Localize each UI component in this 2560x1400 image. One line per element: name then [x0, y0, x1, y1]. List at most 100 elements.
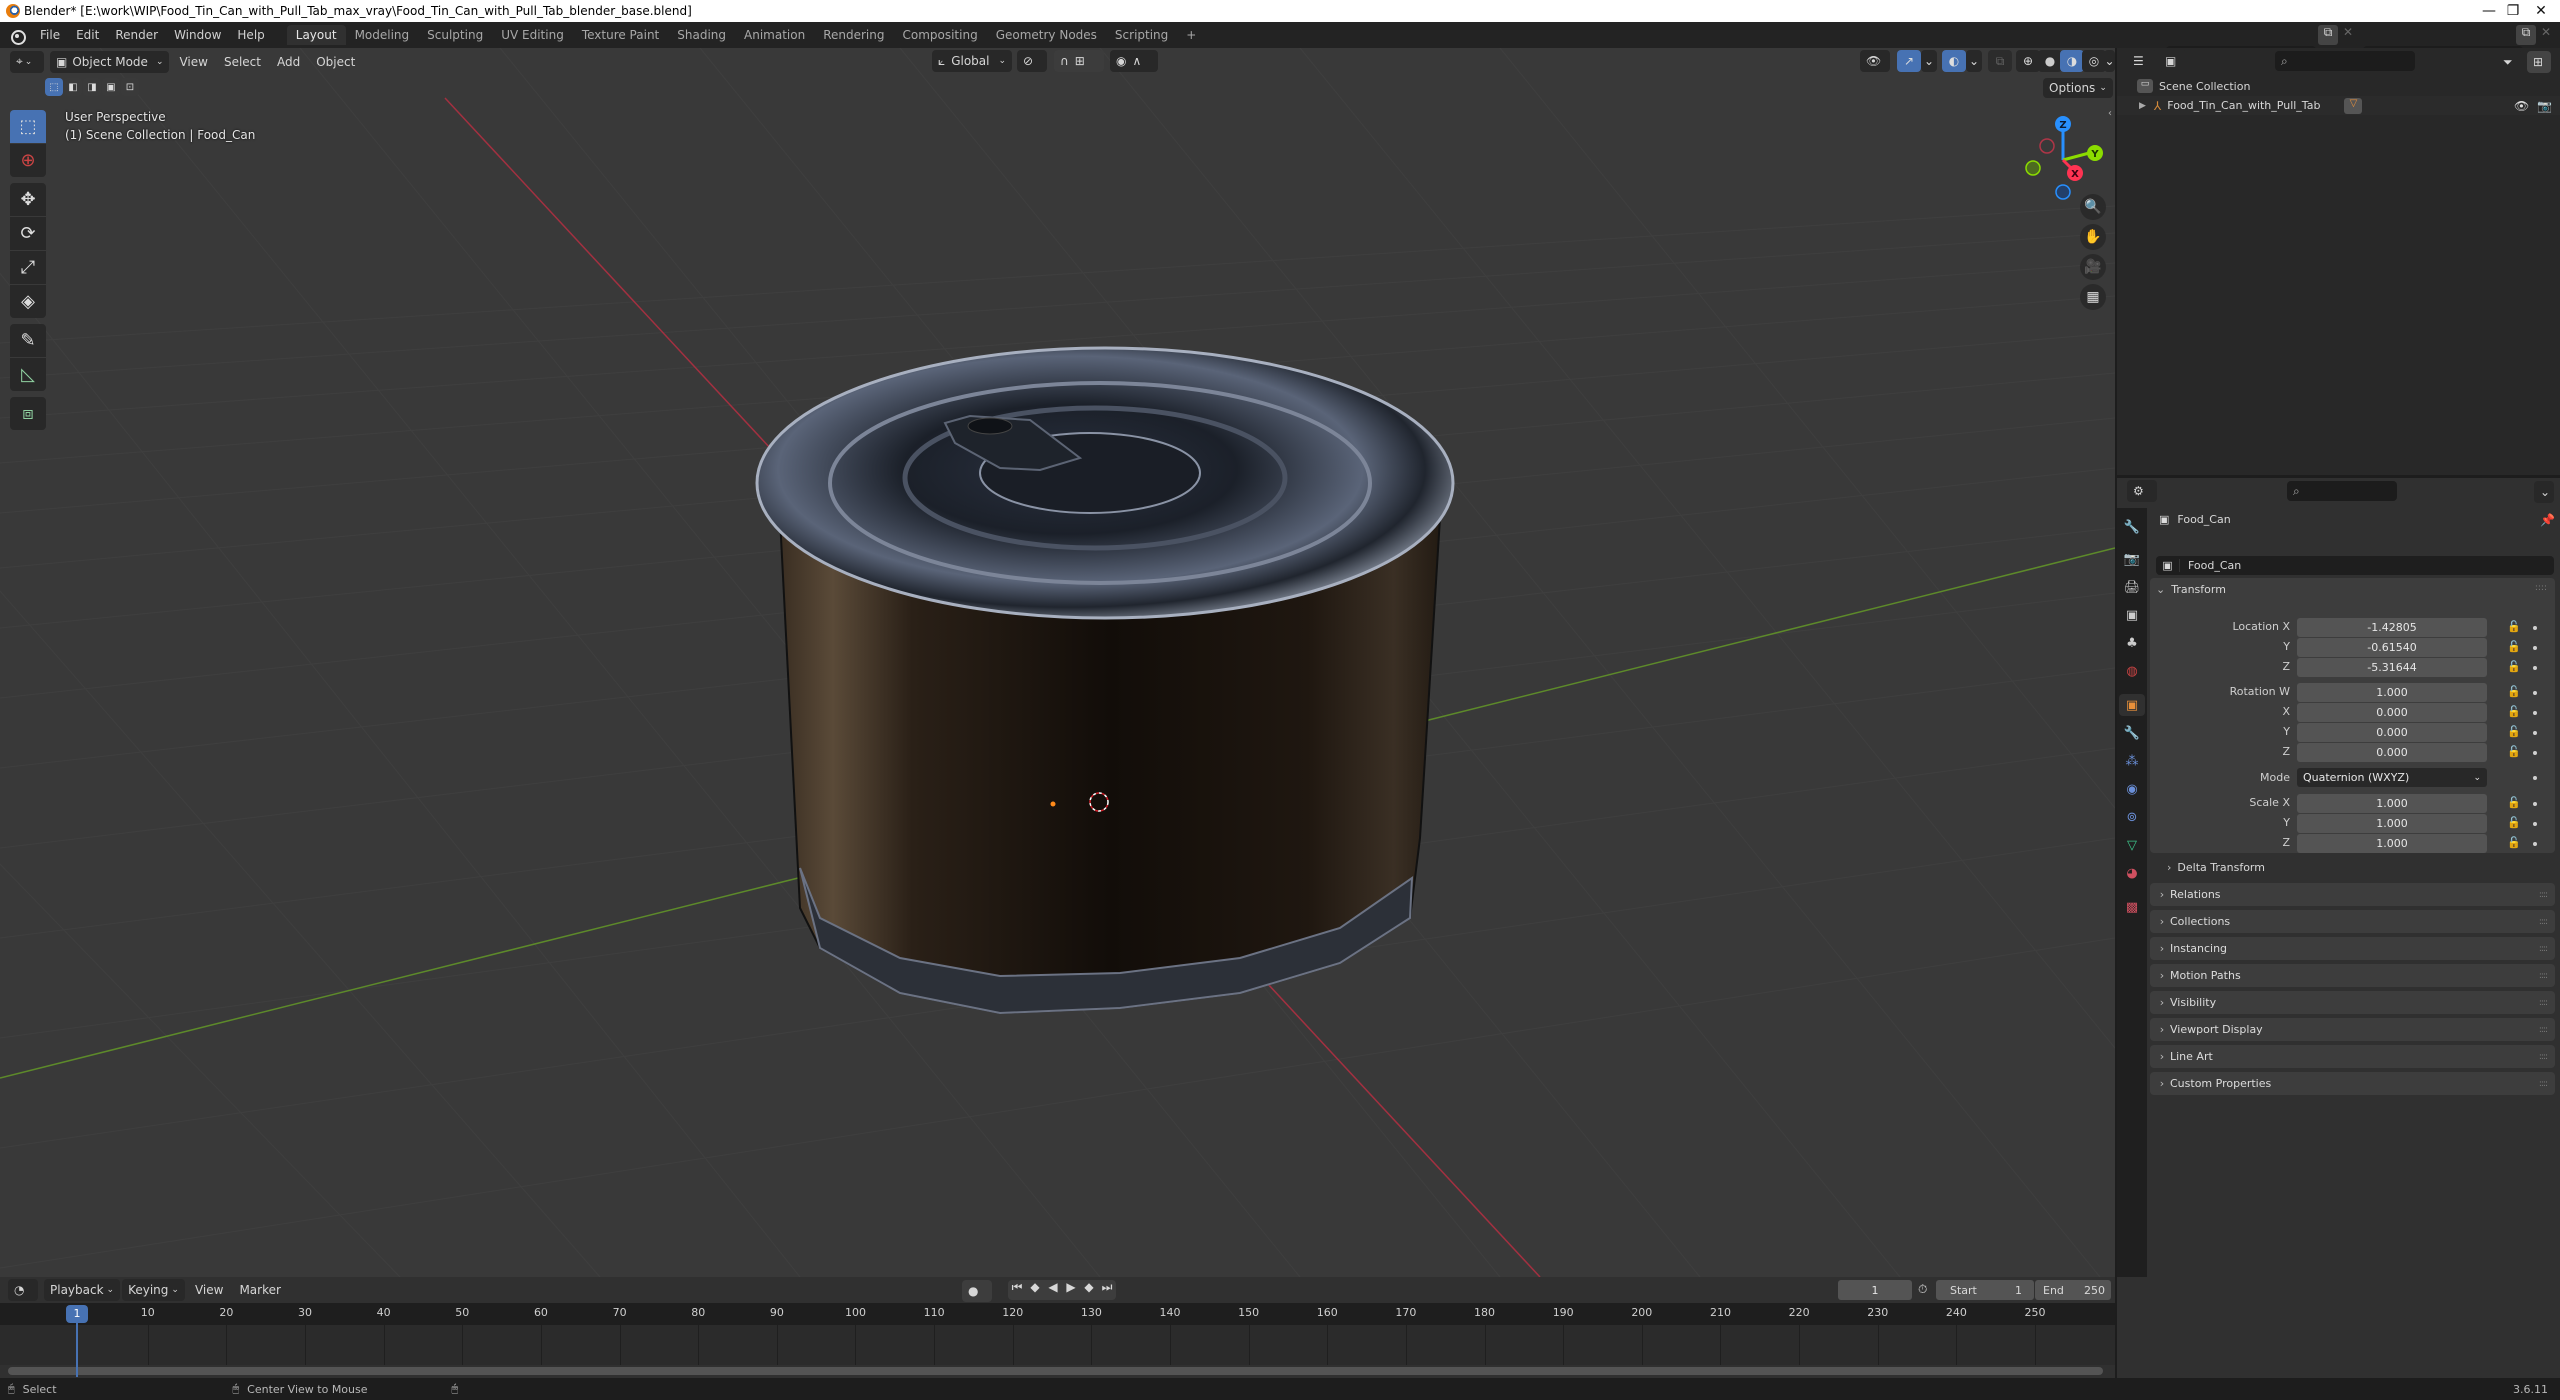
- proportional-editing-toggle[interactable]: ◉ ∧: [1110, 50, 1158, 72]
- tool-measure[interactable]: ◺: [10, 358, 46, 391]
- keyframe-dot-icon[interactable]: [2533, 646, 2537, 650]
- keyframe-dot-icon[interactable]: [2533, 666, 2537, 670]
- jump-end-icon[interactable]: ⏭: [1098, 1280, 1116, 1300]
- display-mode-dropdown[interactable]: ▣: [2159, 50, 2187, 72]
- outliner-search-input[interactable]: ⌕: [2275, 51, 2415, 71]
- pan-view-button[interactable]: ✋: [2080, 224, 2106, 250]
- workspace-tab-sculpting[interactable]: Sculpting: [418, 25, 492, 45]
- scale-x-field[interactable]: 1.000: [2297, 794, 2487, 813]
- menu-help[interactable]: Help: [229, 28, 272, 42]
- drag-grip-icon[interactable]: ::::: [2539, 917, 2548, 927]
- workspace-tab-geometry-nodes[interactable]: Geometry Nodes: [987, 25, 1106, 45]
- panel-collections[interactable]: › Collections::::: [2150, 910, 2555, 933]
- visibility-eye-icon[interactable]: 👁: [2514, 99, 2529, 113]
- tab-physics[interactable]: ◉: [2121, 778, 2143, 800]
- tab-texture[interactable]: ▩: [2121, 896, 2143, 918]
- lock-icon[interactable]: 🔓: [2507, 725, 2521, 738]
- playhead-line[interactable]: [76, 1323, 78, 1377]
- panel-viewport-display[interactable]: › Viewport Display::::: [2150, 1018, 2555, 1041]
- drag-grip-icon[interactable]: ::::: [2539, 1025, 2548, 1035]
- navigation-gizmo[interactable]: Z Y X: [2020, 108, 2115, 238]
- new-collection-button[interactable]: ⊞: [2527, 51, 2551, 73]
- tool-rotate[interactable]: ⟳: [10, 217, 46, 250]
- rotation-z-field[interactable]: 0.000: [2297, 743, 2487, 762]
- filter-dropdown[interactable]: ⏷: [2497, 51, 2523, 73]
- workspace-tab-animation[interactable]: Animation: [735, 25, 814, 45]
- location-x-field[interactable]: -1.42805: [2297, 618, 2487, 637]
- auto-keying-toggle[interactable]: ●: [962, 1280, 992, 1302]
- lock-icon[interactable]: 🔓: [2507, 685, 2521, 698]
- workspace-tab-scripting[interactable]: Scripting: [1106, 25, 1177, 45]
- camera-view-button[interactable]: 🎥: [2080, 254, 2106, 280]
- shading-dropdown[interactable]: ⌄: [2104, 50, 2115, 72]
- drag-grip-icon[interactable]: ::::: [2539, 971, 2548, 981]
- toggle-perspective-button[interactable]: ▦: [2080, 284, 2106, 310]
- timeline-scrollbar[interactable]: [8, 1367, 2103, 1375]
- overlays-toggle[interactable]: ◐: [1942, 50, 1966, 72]
- lock-icon[interactable]: 🔓: [2507, 640, 2521, 653]
- object-name-field[interactable]: ▣ Food_Can: [2156, 556, 2554, 575]
- delete-view-layer-button[interactable]: ✕: [2538, 25, 2554, 45]
- keyframe-dot-icon[interactable]: [2533, 691, 2537, 695]
- tool-cursor[interactable]: ⊕: [10, 144, 46, 177]
- shading-material-preview[interactable]: ◑: [2060, 50, 2084, 72]
- scale-y-field[interactable]: 1.000: [2297, 814, 2487, 833]
- panel-visibility[interactable]: › Visibility::::: [2150, 991, 2555, 1014]
- workspace-tab-compositing[interactable]: Compositing: [893, 25, 986, 45]
- tool-scale[interactable]: ⤢: [10, 251, 46, 284]
- drag-grip-icon[interactable]: ::::: [2539, 890, 2548, 900]
- lock-icon[interactable]: 🔓: [2507, 816, 2521, 829]
- current-frame-field[interactable]: 1: [1838, 1280, 1912, 1300]
- lock-icon[interactable]: 🔓: [2507, 745, 2521, 758]
- select-mode-intersect-icon[interactable]: ⊡: [121, 78, 139, 96]
- panel-line-art[interactable]: › Line Art::::: [2150, 1045, 2555, 1068]
- panel-motion-paths[interactable]: › Motion Paths::::: [2150, 964, 2555, 987]
- mode-dropdown[interactable]: ▣ Object Mode ⌄: [50, 50, 170, 73]
- jump-start-icon[interactable]: ⏮: [1008, 1280, 1026, 1300]
- lock-icon[interactable]: 🔓: [2507, 836, 2521, 849]
- gizmo-dropdown[interactable]: ⌄: [1921, 50, 1937, 72]
- drag-grip-icon[interactable]: ::::: [2539, 1052, 2548, 1062]
- rotation-mode-dropdown[interactable]: Quaternion (WXYZ) ⌄: [2297, 768, 2487, 787]
- timeline-menu-view[interactable]: View: [187, 1283, 231, 1297]
- playhead-frame-badge[interactable]: 1: [66, 1305, 88, 1323]
- viewport-menu-object[interactable]: Object: [308, 55, 363, 69]
- workspace-tab-layout[interactable]: Layout: [286, 25, 346, 45]
- viewport-menu-select[interactable]: Select: [216, 55, 269, 69]
- select-mode-invert-icon[interactable]: ▣: [102, 78, 120, 96]
- keyframe-dot-icon[interactable]: [2533, 776, 2537, 780]
- drag-grip-icon[interactable]: ::::: [2535, 583, 2547, 593]
- workspace-tab-shading[interactable]: Shading: [668, 25, 735, 45]
- play-reverse-icon[interactable]: ◀: [1044, 1280, 1062, 1300]
- tab-particles[interactable]: ⁂: [2121, 750, 2143, 772]
- close-window-button[interactable]: ✕: [2518, 0, 2560, 22]
- tab-object[interactable]: ▣: [2119, 694, 2145, 716]
- drag-grip-icon[interactable]: ::::: [2539, 944, 2548, 954]
- transform-panel-header[interactable]: ⌄ Transform: [2156, 583, 2226, 596]
- zoom-view-button[interactable]: 🔍: [2080, 194, 2106, 220]
- tab-view-layer[interactable]: ▣: [2121, 604, 2143, 626]
- tool-add-cube[interactable]: ⧈: [10, 397, 46, 430]
- tab-data[interactable]: ▽: [2121, 834, 2143, 856]
- properties-options-dropdown[interactable]: ⌄: [2534, 481, 2554, 503]
- keyframe-dot-icon[interactable]: [2533, 711, 2537, 715]
- keyframe-dot-icon[interactable]: [2533, 751, 2537, 755]
- snap-toggle[interactable]: ∩ ⊞: [1054, 50, 1104, 72]
- lock-icon[interactable]: 🔓: [2507, 705, 2521, 718]
- frame-ruler[interactable]: 10 20 30 40 50 60 70 80 90 100 110 120 130 140 150 160 1…: [0, 1303, 2115, 1325]
- tool-move[interactable]: ✥: [10, 183, 46, 216]
- shading-rendered[interactable]: ◎: [2082, 50, 2106, 72]
- overlays-dropdown[interactable]: ⌄: [1966, 50, 1982, 72]
- tab-output[interactable]: 🖨: [2121, 576, 2143, 598]
- select-mode-extend-icon[interactable]: ◧: [64, 78, 82, 96]
- lock-icon[interactable]: 🔓: [2507, 620, 2521, 633]
- blender-menu-icon[interactable]: [8, 27, 26, 45]
- keying-menu[interactable]: Keying ⌄: [122, 1279, 185, 1301]
- editor-type-dropdown[interactable]: ⌖ ⌄: [10, 50, 44, 73]
- pin-icon[interactable]: 📌: [2540, 513, 2555, 527]
- tool-select-box[interactable]: ⬚: [10, 110, 46, 143]
- delta-transform-subpanel[interactable]: › Delta Transform: [2167, 861, 2265, 874]
- viewport-menu-view[interactable]: View: [171, 55, 215, 69]
- tab-material[interactable]: ◕: [2121, 862, 2143, 884]
- options-dropdown[interactable]: Options ⌄: [2043, 78, 2113, 98]
